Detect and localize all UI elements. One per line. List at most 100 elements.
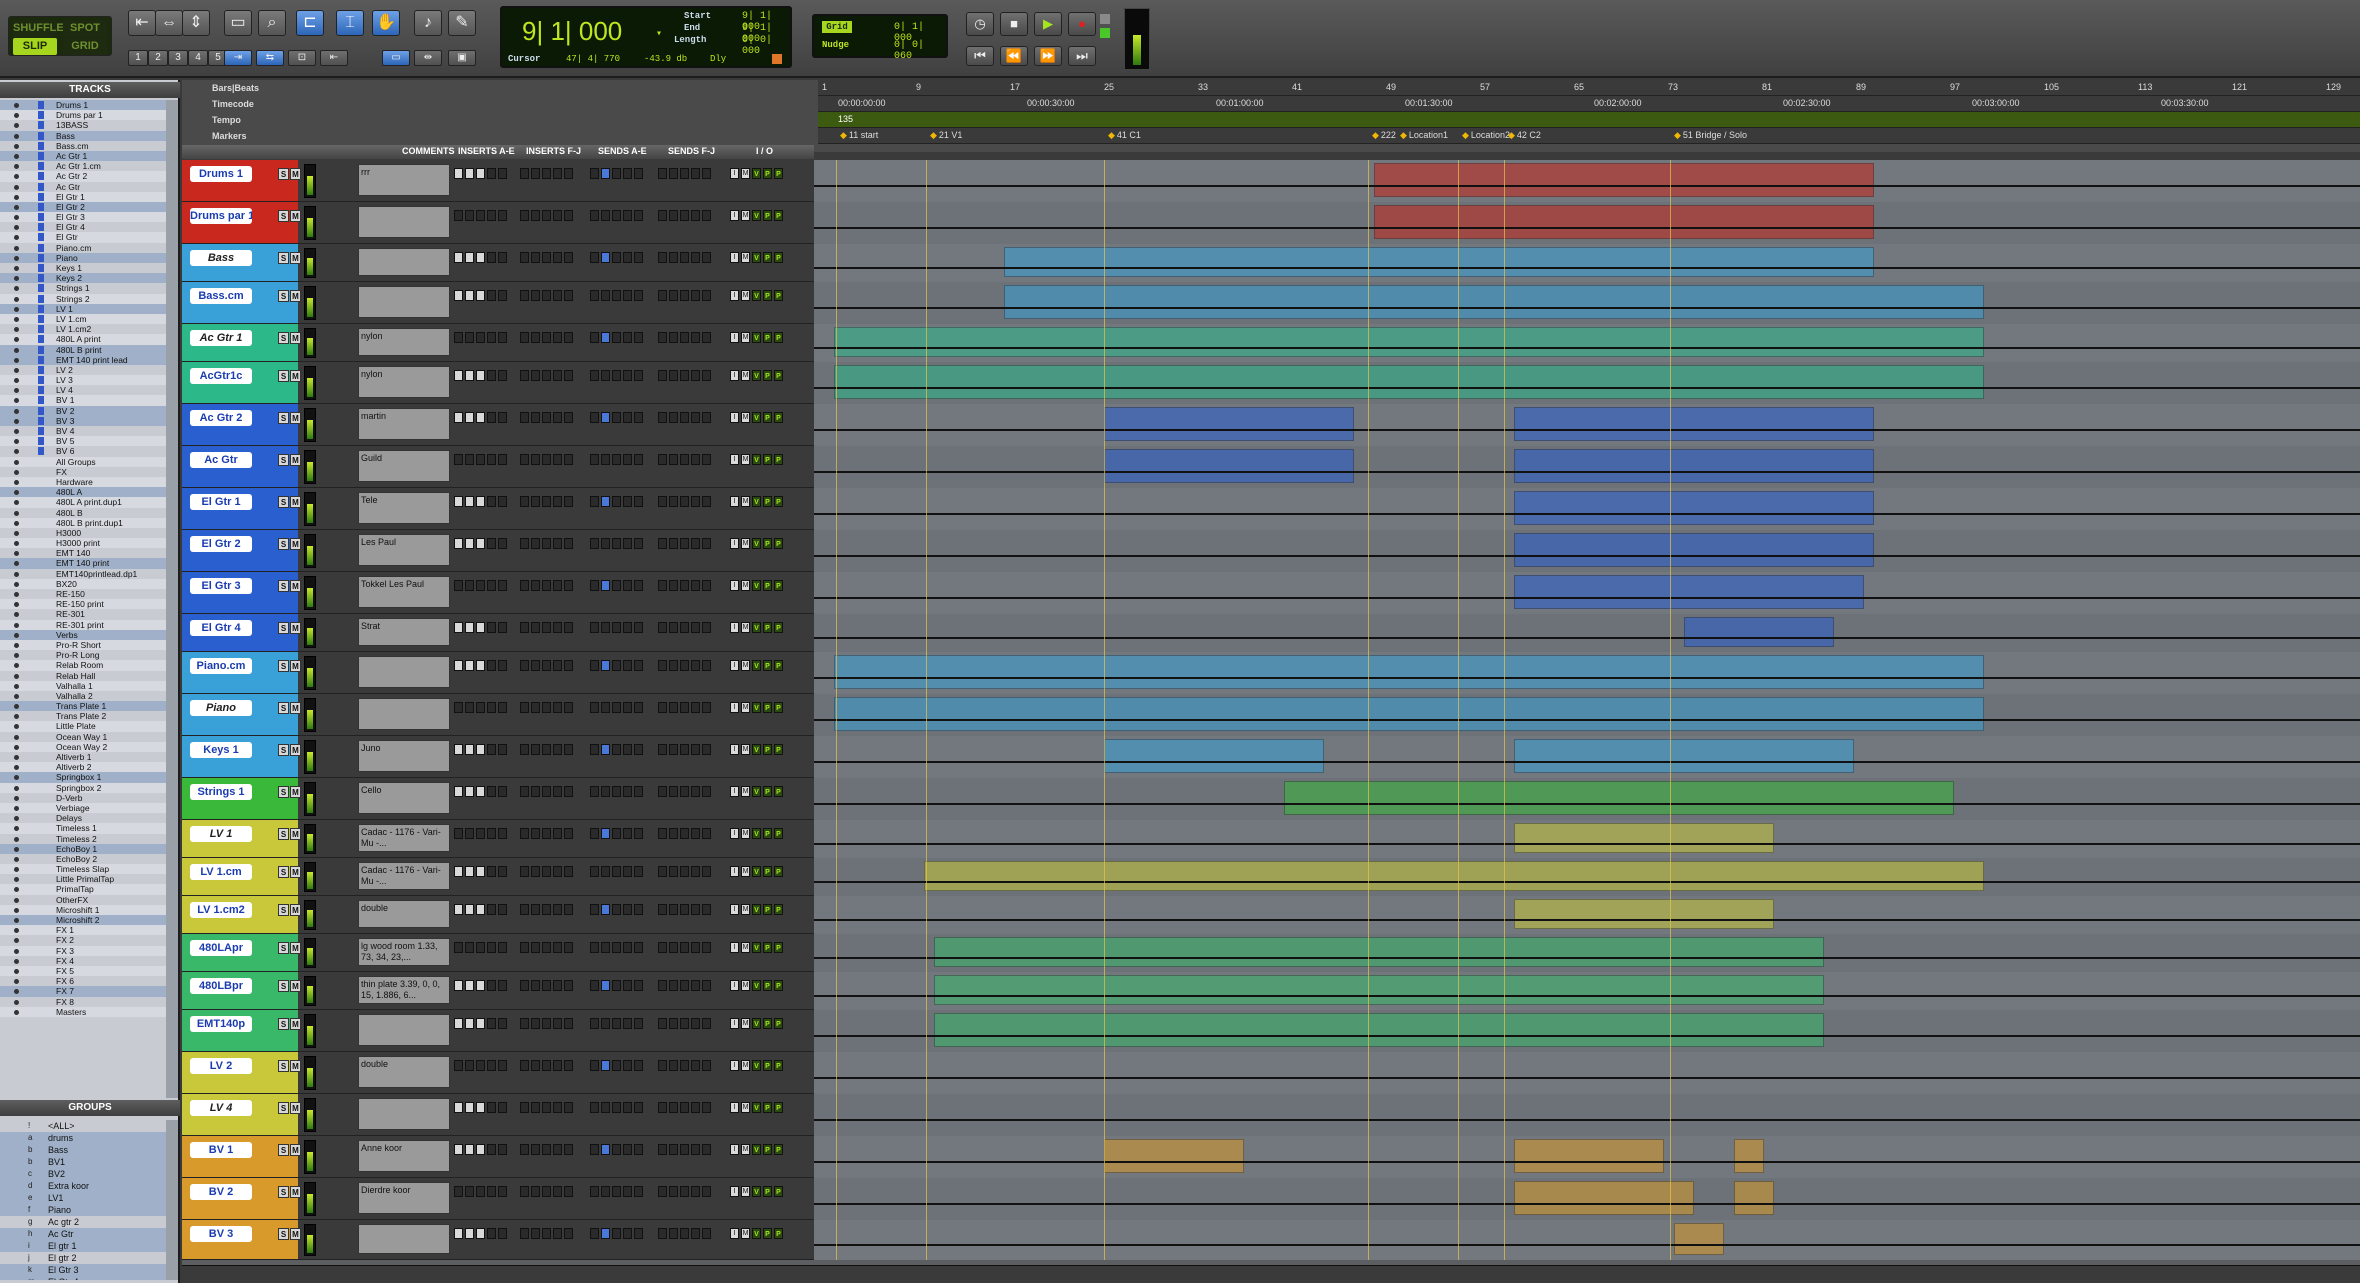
insert-slot-fj[interactable] [564,828,573,839]
send-slot-fj[interactable] [658,702,667,713]
io-button[interactable]: P [763,904,772,915]
track-playlist-lane[interactable] [814,488,2360,530]
io-button[interactable]: I [730,538,739,549]
io-button[interactable]: V [752,168,761,179]
send-slot[interactable] [590,252,599,263]
insert-slot-fj[interactable] [520,370,529,381]
solo-button[interactable]: S [278,828,289,840]
io-button[interactable]: M [741,332,750,343]
rtz-icon[interactable]: ⏮ [966,46,994,66]
io-button[interactable]: I [730,828,739,839]
send-slot[interactable] [634,210,643,221]
track-playlist-lane[interactable] [814,530,2360,572]
insert-slot-fj[interactable] [564,866,573,877]
send-slot[interactable] [623,980,632,991]
send-slot-fj[interactable] [680,744,689,755]
insert-slot[interactable] [476,1228,485,1239]
insert-slot[interactable] [487,412,496,423]
io-button[interactable]: P [774,496,783,507]
io-button[interactable]: M [741,168,750,179]
io-button[interactable]: P [763,866,772,877]
insert-slot[interactable] [476,1018,485,1029]
mute-button[interactable]: M [290,660,301,672]
mute-button[interactable]: M [290,1018,301,1030]
send-slot[interactable] [612,168,621,179]
send-slot[interactable] [590,210,599,221]
insert-slot-fj[interactable] [564,1018,573,1029]
insert-slot[interactable] [487,1102,496,1113]
send-slot[interactable] [590,454,599,465]
io-button[interactable]: P [763,210,772,221]
send-slot[interactable] [623,744,632,755]
grid-label[interactable]: Grid [822,21,852,33]
send-slot[interactable] [634,786,643,797]
automation-line[interactable] [814,387,2360,389]
send-slot-fj[interactable] [691,412,700,423]
send-slot[interactable] [634,1144,643,1155]
insert-slot-fj[interactable] [553,332,562,343]
insert-slot-fj[interactable] [520,702,529,713]
send-slot-fj[interactable] [669,904,678,915]
insert-slot-fj[interactable] [564,412,573,423]
grid-mode-button[interactable]: GRID [63,38,107,55]
track-list-item[interactable]: RE-301 print [0,619,168,630]
insert-slot[interactable] [476,252,485,263]
track-playlist-lane[interactable] [814,736,2360,778]
marker-7[interactable]: 51 Bridge / Solo [1674,130,1747,141]
show-hide-dot-icon[interactable] [14,276,19,282]
automation-line[interactable] [814,185,2360,187]
io-button[interactable]: I [730,1018,739,1029]
show-hide-dot-icon[interactable] [14,836,19,842]
io-button[interactable]: V [752,538,761,549]
io-button[interactable]: I [730,622,739,633]
insert-slot-fj[interactable] [542,942,551,953]
insert-slot[interactable] [454,538,463,549]
mute-button[interactable]: M [290,866,301,878]
grabber-tool-icon[interactable]: ✋ [372,10,400,36]
insert-slot-fj[interactable] [542,622,551,633]
dly-label[interactable]: Dly [710,54,726,64]
insert-slot-fj[interactable] [553,412,562,423]
send-slot[interactable] [623,580,632,591]
track-list-item[interactable]: EchoBoy 2 [0,854,168,864]
mute-button[interactable]: M [290,496,301,508]
insert-slot-fj[interactable] [553,828,562,839]
show-hide-dot-icon[interactable] [14,571,19,577]
io-button[interactable]: M [741,538,750,549]
insert-slot-fj[interactable] [531,580,540,591]
show-hide-dot-icon[interactable] [14,479,19,485]
show-hide-dot-icon[interactable] [14,734,19,740]
solo-button[interactable]: S [278,702,289,714]
send-slot-fj[interactable] [669,454,678,465]
track-list-item[interactable]: BV 6 [0,446,168,456]
insert-slot-fj[interactable] [520,744,529,755]
send-slot[interactable] [612,904,621,915]
insert-slot-fj[interactable] [520,828,529,839]
track-list-item[interactable]: Ocean Way 1 [0,732,168,742]
send-slot[interactable] [601,580,610,591]
io-button[interactable]: M [741,744,750,755]
io-button[interactable]: M [741,580,750,591]
send-slot-fj[interactable] [658,210,667,221]
insert-slot[interactable] [487,744,496,755]
group-list-item[interactable]: b Bass [0,1144,168,1156]
insert-slot-fj[interactable] [542,980,551,991]
track-comment[interactable] [358,656,450,688]
solo-button[interactable]: S [278,866,289,878]
io-button[interactable]: M [741,496,750,507]
io-button[interactable]: I [730,580,739,591]
send-slot-fj[interactable] [658,622,667,633]
send-slot[interactable] [590,980,599,991]
send-slot-fj[interactable] [702,866,711,877]
insert-slot[interactable] [465,1102,474,1113]
track-name[interactable]: AcGtr1c [190,368,252,384]
send-slot[interactable] [590,622,599,633]
insert-slot-fj[interactable] [542,580,551,591]
insert-slot-fj[interactable] [542,210,551,221]
send-slot[interactable] [623,332,632,343]
insert-slot-fj[interactable] [553,904,562,915]
insert-slot[interactable] [498,744,507,755]
track-list-item[interactable]: LV 2 [0,365,168,375]
zoomer-tool-icon[interactable]: ▭ [224,10,252,36]
zoom-preset-4[interactable]: 4 [188,50,208,66]
